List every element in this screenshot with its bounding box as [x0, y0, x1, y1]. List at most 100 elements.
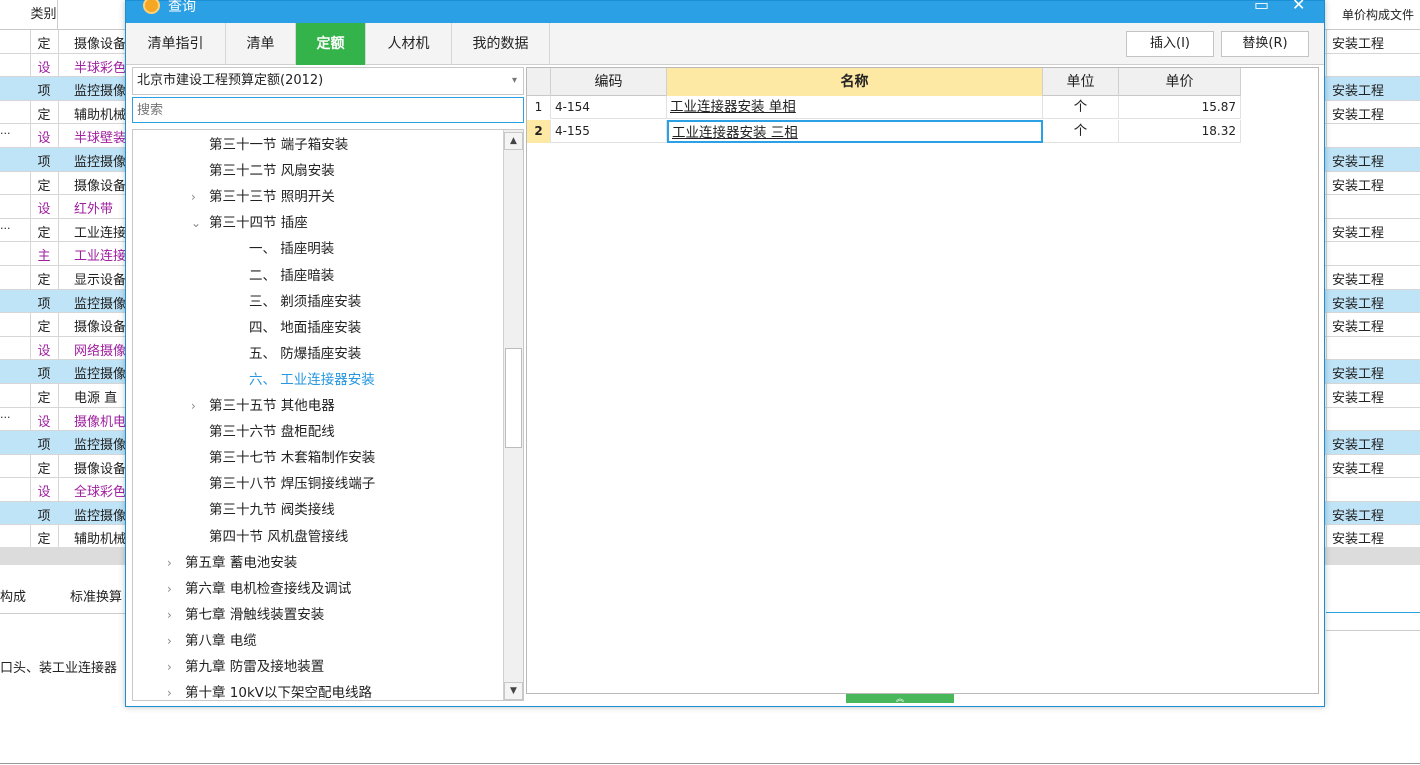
chevron-right-icon[interactable]: ›	[167, 680, 185, 700]
tree-item[interactable]: 一、 插座明装	[231, 236, 334, 262]
row-price-file: 安装工程	[1332, 296, 1385, 312]
row-price-file: 安装工程	[1332, 438, 1385, 454]
app-logo-icon	[143, 0, 160, 14]
grid-row[interactable]: 2 4-155 工业连接器安装 三相个 18.32	[527, 120, 1241, 143]
tree-item[interactable]: ⌄ 第三十四节 插座	[191, 210, 308, 236]
tree-item[interactable]: 第三十九节 阀类接线	[191, 497, 335, 523]
row-expander[interactable]: ···	[0, 222, 11, 235]
row-name: 工业连接	[74, 225, 126, 241]
tree-item[interactable]: › 第八章 电缆	[167, 628, 257, 654]
close-button[interactable]: ✕	[1292, 0, 1305, 14]
row-type: 设	[37, 131, 51, 147]
replace-button[interactable]: 替换(R)	[1221, 31, 1309, 57]
grid-header-name[interactable]: 名称	[667, 68, 1043, 96]
row-type: 设	[37, 343, 51, 359]
row-name: 监控摄像	[74, 508, 126, 524]
tree-item[interactable]: 第三十二节 风扇安装	[191, 158, 335, 184]
tree-panel: 北京市建设工程预算定额(2012) ▾ 第三十一节 端子箱安装第三十二节 风扇安…	[128, 67, 524, 701]
grid-header-price[interactable]: 单价	[1119, 68, 1241, 96]
tree-item-label: 第三十八节 焊压铜接线端子	[209, 476, 376, 493]
tree-item-label: 第六章 电机检查接线及调试	[185, 580, 352, 597]
tab-materials[interactable]: 人材机	[366, 23, 452, 65]
minimize-button[interactable]: ▭	[1254, 0, 1269, 14]
row-expander[interactable]: ···	[0, 127, 11, 140]
chevron-down-icon[interactable]: ⌄	[191, 210, 209, 236]
tree-item[interactable]: › 第三十五节 其他电器	[191, 393, 335, 419]
row-expander[interactable]: ···	[0, 411, 11, 424]
chevron-down-icon: ▾	[511, 75, 517, 86]
row-price-file: 安装工程	[1332, 154, 1385, 170]
row-name: 摄像设备	[74, 37, 126, 52]
search-input[interactable]	[132, 97, 524, 123]
row-price-file: 安装工程	[1332, 225, 1385, 241]
row-price-file: 安装工程	[1332, 320, 1385, 336]
scroll-down-button[interactable]: ▼	[504, 682, 523, 700]
header-type: 类别	[30, 0, 58, 30]
tree-item[interactable]: 六、 工业连接器安装	[231, 367, 375, 393]
tree-item-label: 第三十五节 其他电器	[209, 398, 335, 414]
row-price: 15.87	[1119, 96, 1241, 119]
tab-quota[interactable]: 定额	[296, 23, 366, 65]
row-type: 主	[37, 249, 51, 265]
tree-item[interactable]: 四、 地面插座安装	[231, 315, 361, 341]
tree-item[interactable]: › 第七章 滑触线装置安装	[167, 602, 324, 628]
scroll-thumb[interactable]	[505, 348, 522, 448]
row-name[interactable]: 工业连接器安装 单相	[667, 96, 1043, 119]
tree-scrollbar[interactable]: ▲ ▼	[503, 130, 523, 700]
tree-item-label: 第三十六节 盘柜配线	[209, 424, 335, 441]
chevron-right-icon[interactable]: ›	[167, 654, 185, 680]
row-code[interactable]: 4-154	[551, 96, 667, 119]
dialog-tabbar: 清单指引 清单 定额 人材机 我的数据 插入(I) 替换(R)	[126, 23, 1324, 65]
quota-library-value: 北京市建设工程预算定额(2012)	[137, 73, 324, 88]
row-type: 定	[37, 37, 51, 52]
scroll-up-button[interactable]: ▲	[504, 132, 523, 150]
chevron-right-icon[interactable]: ›	[167, 628, 185, 654]
tree-item-label: 二、 插座暗装	[249, 267, 335, 284]
tree-item[interactable]: 第三十七节 木套箱制作安装	[191, 445, 375, 471]
tree-item[interactable]: › 第五章 蓄电池安装	[167, 550, 297, 576]
row-name: 监控摄像	[74, 296, 126, 312]
tree-item[interactable]: › 第十章 10kV以下架空配电线路	[167, 680, 372, 700]
tab-list[interactable]: 清单	[226, 23, 296, 65]
tree-item[interactable]: 第四十节 风机盘管接线	[191, 524, 348, 550]
dialog-titlebar[interactable]: 查询 ▭ ✕	[126, 0, 1324, 23]
divider	[1326, 630, 1420, 631]
collapse-handle[interactable]: ︽	[846, 694, 954, 703]
insert-button[interactable]: 插入(I)	[1126, 31, 1214, 57]
tab-standard-conversion[interactable]: 标准换算	[70, 586, 122, 605]
tree-item[interactable]: › 第九章 防雷及接地装置	[167, 654, 324, 680]
tree-item[interactable]: 第三十八节 焊压铜接线端子	[191, 471, 375, 497]
tab-composition[interactable]: 构成	[0, 586, 26, 605]
grid-header-unit[interactable]: 单位	[1043, 68, 1119, 96]
tree-item[interactable]: › 第三十三节 照明开关	[191, 184, 335, 210]
row-name: 半球彩色	[74, 60, 126, 76]
row-name: 电源 直	[74, 390, 118, 406]
row-index: 1	[527, 96, 551, 119]
chevron-right-icon[interactable]: ›	[191, 184, 209, 210]
row-name: 监控摄像	[74, 84, 126, 100]
row-code[interactable]: 4-155	[551, 120, 667, 143]
row-name[interactable]: 工业连接器安装 三相	[667, 120, 1043, 143]
row-type: 定	[37, 178, 51, 194]
chevron-right-icon[interactable]: ›	[191, 393, 209, 419]
row-index: 2	[527, 120, 551, 143]
tree-item[interactable]: 第三十一节 端子箱安装	[191, 132, 348, 158]
tree-item[interactable]: 第三十六节 盘柜配线	[191, 419, 335, 445]
chevron-right-icon[interactable]: ›	[167, 550, 185, 576]
row-type: 定	[37, 225, 51, 241]
tree-item[interactable]: 二、 插座暗装	[231, 263, 334, 289]
tree-item-label: 第三十四节 插座	[209, 215, 308, 232]
grid-row[interactable]: 1 4-154 工业连接器安装 单相个 15.87	[527, 96, 1241, 119]
tree-item[interactable]: 五、 防爆插座安装	[231, 341, 361, 367]
tree-item[interactable]: › 第六章 电机检查接线及调试	[167, 576, 351, 602]
chevron-right-icon[interactable]: ›	[167, 576, 185, 602]
divider	[1326, 612, 1420, 613]
tab-list-guide[interactable]: 清单指引	[126, 23, 226, 65]
row-type: 定	[37, 532, 51, 548]
tree-item[interactable]: 三、 剃须插座安装	[231, 289, 361, 315]
grid-header-code[interactable]: 编码	[551, 68, 667, 96]
tab-my-data[interactable]: 我的数据	[452, 23, 550, 65]
quota-library-select[interactable]: 北京市建设工程预算定额(2012) ▾	[132, 67, 524, 95]
chevron-right-icon[interactable]: ›	[167, 602, 185, 628]
row-price-file: 安装工程	[1332, 532, 1385, 548]
